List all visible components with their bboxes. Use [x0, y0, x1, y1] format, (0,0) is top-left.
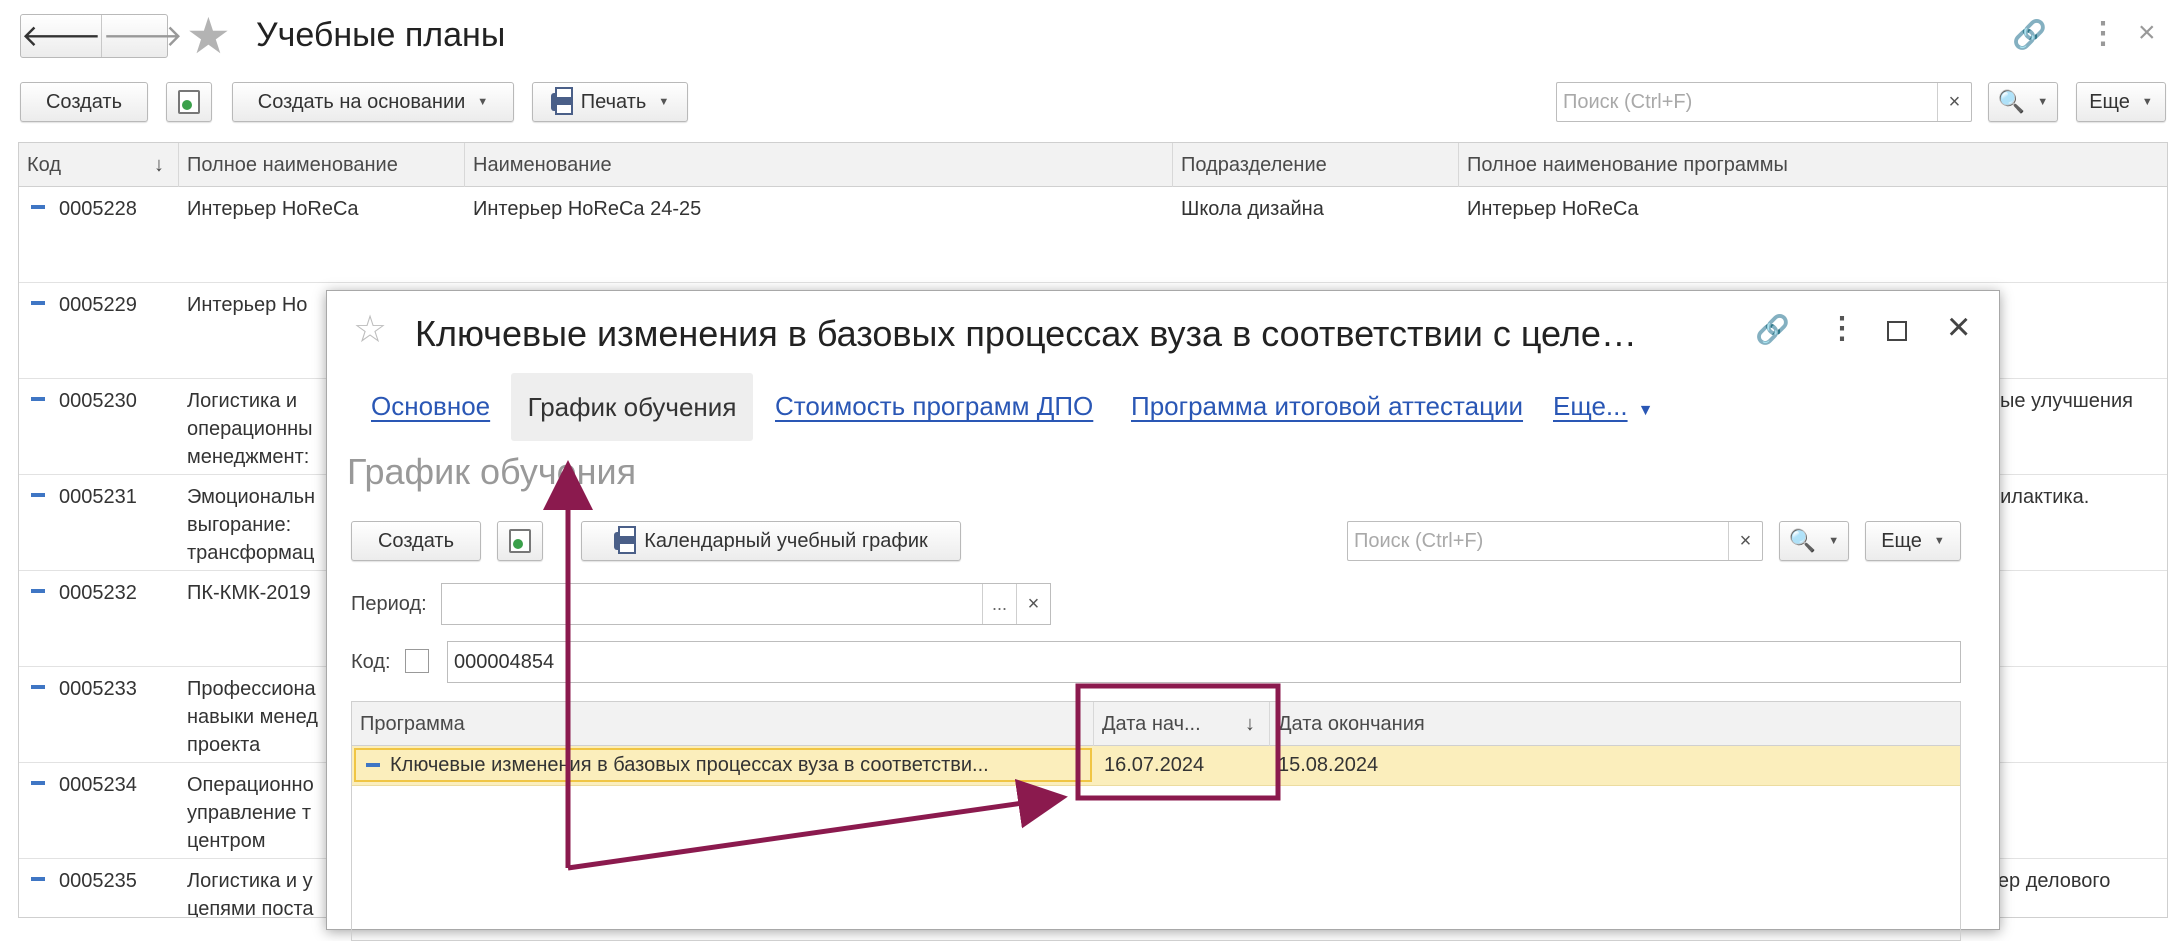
annotation-arrow-right [567, 778, 1068, 871]
annotation-overlay [543, 460, 1281, 871]
annotation-highlight-box [1075, 683, 1281, 801]
